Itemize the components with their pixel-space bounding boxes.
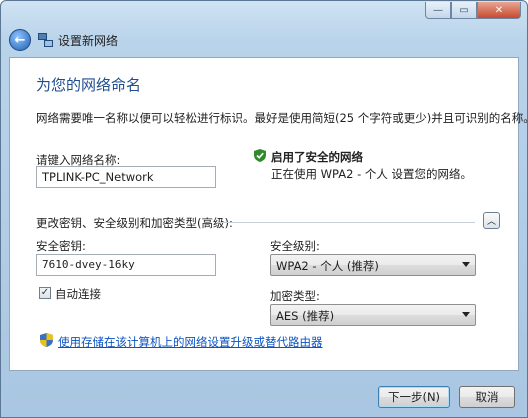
- network-setup-icon: [38, 33, 53, 47]
- collapse-advanced-button[interactable]: ︿: [483, 212, 500, 229]
- back-button[interactable]: ←: [9, 29, 31, 51]
- security-key-input[interactable]: 7610-dvey-16ky: [36, 254, 216, 276]
- upgrade-router-link[interactable]: 使用存储在该计算机上的网络设置升级或替代路由器: [58, 334, 323, 350]
- cancel-button[interactable]: 取消: [459, 386, 515, 408]
- chevron-down-icon: [462, 262, 470, 267]
- wizard-content: 为您的网络命名 网络需要唯一名称以便可以轻松进行标识。最好是使用简短(25 个字…: [9, 57, 528, 371]
- shield-check-icon: [254, 149, 266, 162]
- auto-connect-checkbox[interactable]: ✓: [39, 287, 51, 299]
- secure-network-detail: 正在使用 WPA2 - 个人 设置您的网络。: [271, 167, 473, 181]
- chevron-down-icon: [462, 312, 470, 317]
- page-title: 为您的网络命名: [36, 76, 142, 94]
- maximize-button[interactable]: ▭: [451, 2, 477, 19]
- security-level-dropdown[interactable]: WPA2 - 个人 (推荐): [270, 254, 476, 276]
- encryption-type-label: 加密类型:: [270, 289, 320, 303]
- next-button[interactable]: 下一步(N): [378, 386, 450, 408]
- wizard-title: 设置新网络: [58, 33, 119, 48]
- wizard-window: — ▭ ✕ ← 设置新网络 为您的网络命名 网络需要唯一名称以便可以轻松进行标识…: [0, 0, 528, 418]
- wizard-header: ← 设置新网络: [9, 29, 118, 51]
- caption-buttons: — ▭ ✕: [425, 2, 521, 19]
- security-level-label: 安全级别:: [270, 239, 320, 253]
- uac-shield-icon: [40, 333, 53, 347]
- close-button[interactable]: ✕: [477, 2, 521, 19]
- security-level-value: WPA2 - 个人 (推荐): [276, 259, 379, 273]
- page-description: 网络需要唯一名称以便可以轻松进行标识。最好是使用简短(25 个字符或更少)并且可…: [36, 111, 528, 125]
- auto-connect-label: 自动连接: [55, 287, 101, 301]
- security-key-label: 安全密钥:: [36, 239, 86, 253]
- advanced-label: 更改密钥、安全级别和加密类型(高级):: [36, 216, 233, 230]
- network-name-input[interactable]: TPLINK-PC_Network: [36, 166, 216, 188]
- minimize-button[interactable]: —: [425, 2, 451, 19]
- encryption-type-dropdown[interactable]: AES (推荐): [270, 304, 476, 326]
- secure-network-title: 启用了安全的网络: [271, 150, 363, 164]
- divider: [217, 222, 475, 223]
- encryption-type-value: AES (推荐): [276, 309, 335, 323]
